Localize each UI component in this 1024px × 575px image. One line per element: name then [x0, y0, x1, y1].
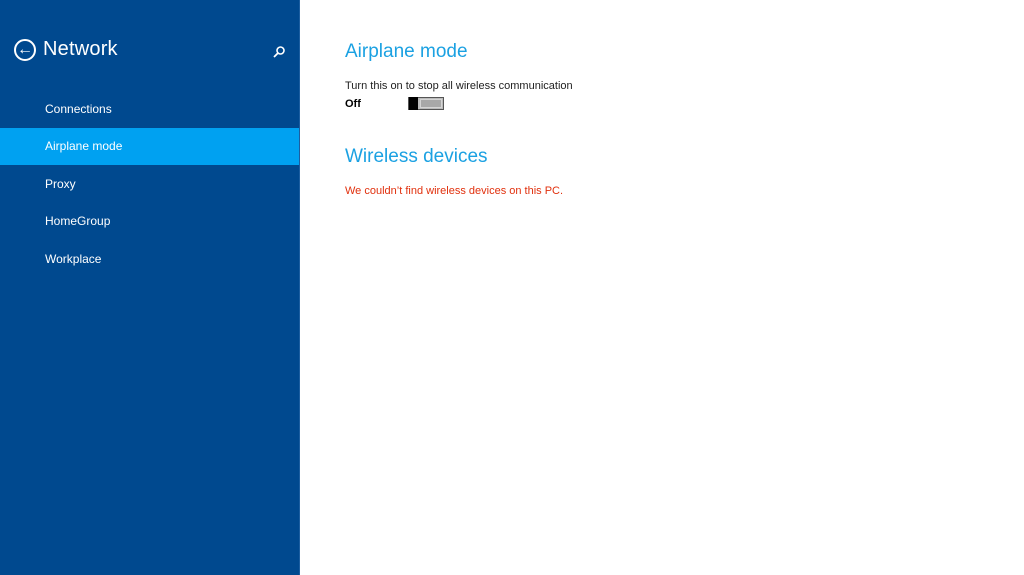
sidebar-item-label: Connections — [45, 101, 112, 116]
sidebar-item-label: HomeGroup — [45, 214, 111, 229]
airplane-mode-heading: Airplane mode — [345, 41, 468, 62]
wireless-devices-heading: Wireless devices — [345, 146, 488, 167]
page-title: Network — [43, 38, 118, 60]
back-arrow-circle-icon: ← — [17, 40, 33, 58]
sidebar-item-homegroup[interactable]: HomeGroup — [0, 203, 299, 241]
airplane-mode-state: Off — [345, 98, 361, 110]
sidebar-item-workplace[interactable]: Workplace — [0, 240, 299, 278]
sidebar-item-connections[interactable]: Connections — [0, 90, 299, 128]
sidebar-item-proxy[interactable]: Proxy — [0, 165, 299, 203]
toggle-track — [420, 99, 442, 108]
sidebar: ← Network Connections Airplane mode Prox… — [0, 0, 300, 575]
toggle-thumb[interactable] — [409, 97, 418, 110]
wireless-devices-error-message: We couldn’t find wireless devices on thi… — [345, 185, 564, 197]
sidebar-nav: Connections Airplane mode Proxy HomeGrou… — [0, 90, 299, 278]
sidebar-item-label: Airplane mode — [45, 139, 123, 154]
sidebar-item-airplane-mode[interactable]: Airplane mode — [0, 127, 299, 165]
airplane-mode-toggle[interactable] — [408, 97, 444, 110]
sidebar-header: ← Network — [14, 38, 118, 61]
sidebar-item-label: Workplace — [45, 251, 102, 266]
back-button[interactable]: ← — [14, 38, 36, 61]
search-icon[interactable] — [271, 44, 287, 60]
airplane-mode-description: Turn this on to stop all wireless commun… — [345, 80, 573, 92]
sidebar-item-label: Proxy — [45, 176, 76, 191]
